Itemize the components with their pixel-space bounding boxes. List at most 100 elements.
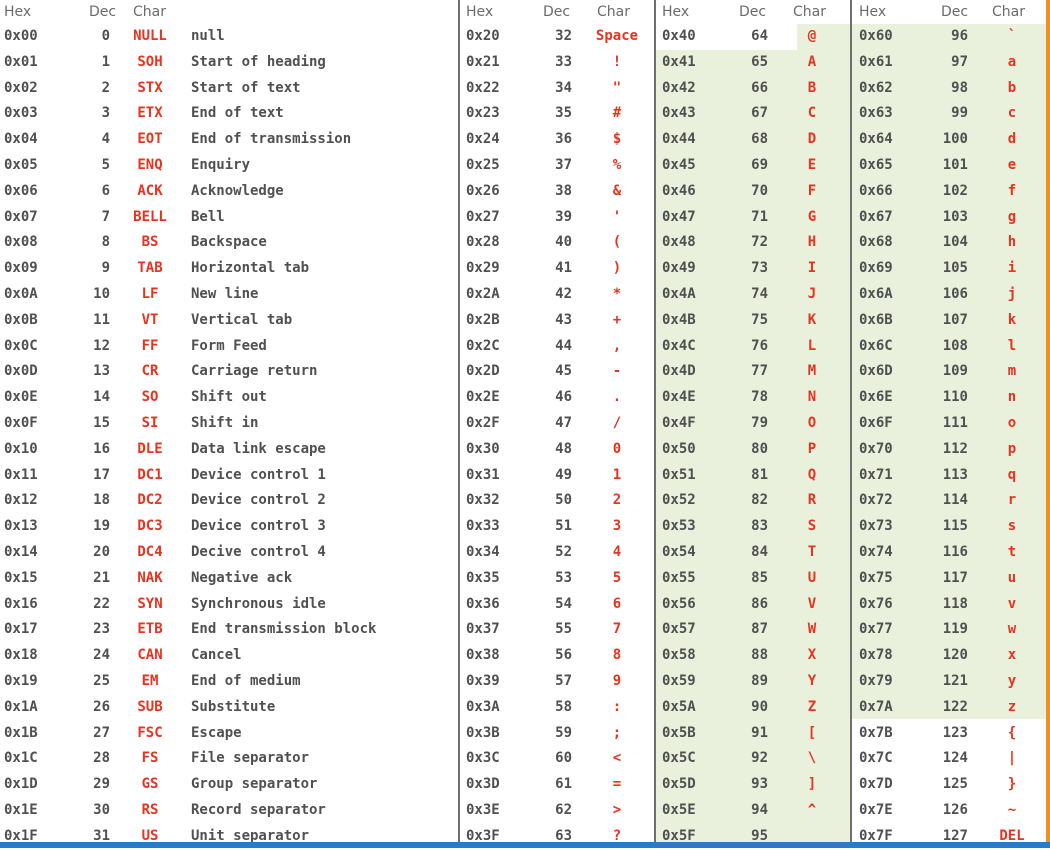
char-cell: /	[612, 414, 622, 431]
char-cell: k	[1007, 311, 1017, 328]
hex-cell: 0x27	[466, 208, 500, 225]
dec-cell: 5	[101, 156, 110, 173]
dec-cell: 96	[951, 28, 968, 44]
dec-cell: 32	[555, 28, 572, 44]
dec-cell: 11	[93, 311, 110, 328]
char-cell: ,	[612, 337, 622, 354]
hex-cell: 0x7A	[859, 698, 893, 715]
hex-cell: 0x22	[466, 79, 500, 96]
abbr-cell: SUB	[137, 698, 163, 715]
char-cell: \	[807, 750, 817, 767]
abbr-cell: EM	[141, 672, 159, 689]
char-cell: S	[807, 518, 817, 535]
char-cell: f	[1007, 182, 1017, 199]
hex-cell: 0x14	[4, 543, 38, 560]
char-cell: '	[612, 208, 622, 225]
bottom-edge-bar	[0, 842, 1050, 848]
abbr-cell: NAK	[137, 569, 163, 586]
hex-cell: 0x6A	[859, 285, 893, 302]
char-cell: O	[807, 414, 817, 431]
abbr-cell: FSC	[137, 724, 163, 741]
table-row: 0x01 1 SOH Start of heading	[0, 50, 458, 76]
hex-cell: 0x0F	[4, 414, 38, 431]
description-cell: Device control 3	[191, 518, 326, 535]
table-row: 0x4C 76 L	[656, 334, 850, 360]
description-cell: Substitute	[191, 698, 276, 715]
abbr-cell: DC2	[137, 492, 163, 509]
header-char-4: Char	[992, 4, 1025, 20]
description-cell: End of transmission	[191, 131, 352, 148]
table-row: 0x19 25 EM End of medium	[0, 669, 458, 695]
hex-cell: 0x24	[466, 131, 500, 148]
char-cell: >	[612, 801, 622, 818]
dec-cell: 52	[555, 543, 572, 560]
hex-cell: 0x7E	[859, 801, 893, 818]
dec-cell: 108	[942, 337, 968, 354]
dec-cell: 88	[751, 647, 768, 664]
table-row: 0x69 105 i	[852, 256, 1046, 282]
char-cell: 0	[612, 440, 622, 457]
char-cell: U	[807, 569, 817, 586]
dec-cell: 112	[942, 440, 968, 457]
hex-cell: 0x64	[859, 131, 893, 148]
table-row: 0x2A 42 *	[460, 282, 654, 308]
dec-cell: 70	[751, 182, 768, 199]
table-row: 0x46 70 F	[656, 179, 850, 205]
table-row: 0x32 50 2	[460, 488, 654, 514]
char-cell: o	[1007, 414, 1017, 431]
char-cell: ;	[612, 724, 622, 741]
char-cell: .	[612, 389, 622, 406]
dec-cell: 121	[942, 672, 968, 689]
char-cell: R	[807, 492, 817, 509]
table-row: 0x53 83 S	[656, 514, 850, 540]
table-row: 0x2D 45 -	[460, 359, 654, 385]
dec-cell: 54	[555, 595, 572, 612]
dec-cell: 30	[93, 801, 110, 818]
dec-cell: 98	[951, 79, 968, 96]
header-hex-1: Hex	[4, 4, 32, 20]
dec-cell: 97	[951, 53, 968, 70]
table-row: 0x45 69 E	[656, 153, 850, 179]
table-row: 0x37 55 7	[460, 617, 654, 643]
uppercase-section: 0x40 64 @0x41 65 A 0x42 66 B 0x43 67 C 0x44 68 D 0x45 6…	[656, 24, 850, 850]
table-row: 0x29 41)	[460, 256, 654, 282]
dec-cell: 42	[555, 285, 572, 302]
hex-cell: 0x4B	[662, 311, 696, 328]
lowercase-section: 0x60 96 ` 0x61 97 a 0x62 98 b 0x63 99 c 0x64 100 d 0x65…	[852, 24, 1046, 850]
hex-cell: 0x0A	[4, 285, 38, 302]
table-row: 0x28 40 (	[460, 230, 654, 256]
hex-cell: 0x02	[4, 79, 38, 96]
dec-cell: 119	[942, 621, 968, 638]
description-cell: Synchronous idle	[191, 595, 326, 612]
dec-cell: 79	[751, 414, 768, 431]
table-row: 0x3C 60 <	[460, 746, 654, 772]
hex-cell: 0x47	[662, 208, 696, 225]
description-cell: Data link escape	[191, 440, 326, 457]
table-row: 0x0E 14 SO Shift out	[0, 385, 458, 411]
table-row: 0x64 100 d	[852, 127, 1046, 153]
dec-cell: 89	[751, 672, 768, 689]
hex-cell: 0x0C	[4, 337, 38, 354]
char-cell: 3	[612, 518, 622, 535]
hex-cell: 0x31	[466, 466, 500, 483]
dec-cell: 114	[942, 492, 968, 509]
dec-cell: 125	[942, 776, 968, 793]
hex-cell: 0x78	[859, 647, 893, 664]
dec-cell: 13	[93, 363, 110, 380]
dec-cell: 81	[751, 466, 768, 483]
table-row: 0x68 104 h	[852, 230, 1046, 256]
hex-cell: 0x68	[859, 234, 893, 251]
abbr-cell: SI	[141, 414, 159, 431]
table-row: 0x3A 58:	[460, 695, 654, 721]
hex-cell: 0x66	[859, 182, 893, 199]
table-row: 0x3B 59;	[460, 721, 654, 747]
hex-cell: 0x30	[466, 440, 500, 457]
table-row: 0x0B 11 VT Vertical tab	[0, 308, 458, 334]
hex-cell: 0x3B	[466, 724, 500, 741]
hex-cell: 0x32	[466, 492, 500, 509]
dec-cell: 65	[751, 53, 768, 70]
char-cell: V	[807, 595, 817, 612]
char-cell: 9	[612, 672, 622, 689]
char-cell: <	[612, 750, 622, 767]
char-cell: x	[1007, 647, 1017, 664]
